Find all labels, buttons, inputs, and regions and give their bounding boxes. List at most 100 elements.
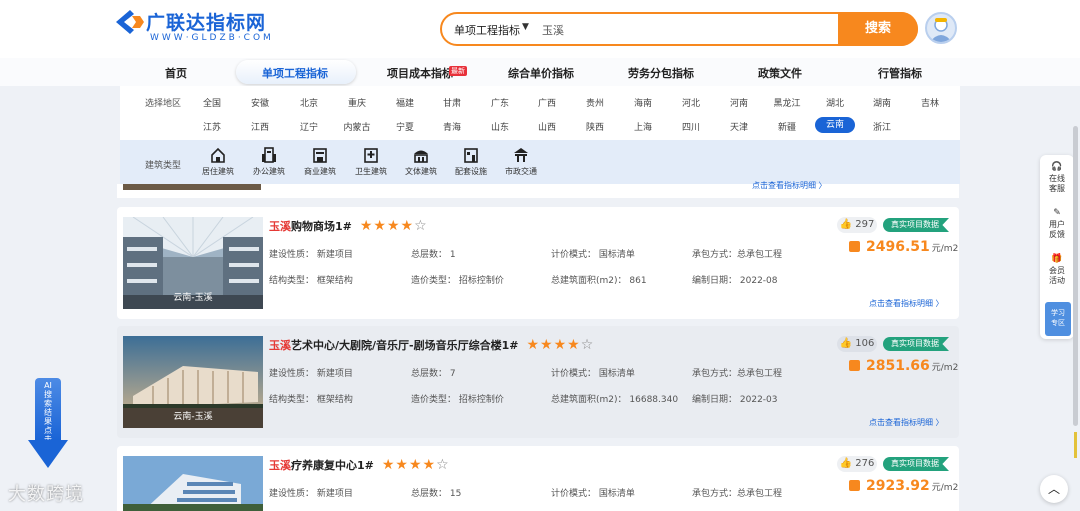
region-option[interactable]: 黑龙江: [767, 96, 807, 109]
project-photo: 云南-玉溪: [123, 336, 263, 428]
project-title[interactable]: 玉溪购物商场1# ★★★★☆: [269, 218, 428, 234]
region-option[interactable]: 湖南: [862, 96, 902, 109]
type-office[interactable]: 办公建筑: [247, 147, 291, 177]
project-title[interactable]: 玉溪疗养康复中心1# ★★★★☆: [269, 457, 450, 473]
region-option[interactable]: 新疆: [767, 120, 807, 133]
field-pricing-mode: 计价模式： 国标清单: [551, 369, 635, 379]
region-option[interactable]: 贵州: [575, 96, 615, 109]
type-residential[interactable]: 居住建筑: [196, 147, 240, 177]
title-text: 疗养康复中心1#: [291, 459, 374, 472]
region-option[interactable]: 安徽: [240, 96, 280, 109]
member-activity-button[interactable]: 🎁 会员活动: [1040, 254, 1074, 286]
nav-labor-subcontract[interactable]: 劳务分包指标: [628, 65, 694, 81]
region-active[interactable]: 云南: [815, 117, 855, 133]
price-icon: [849, 360, 860, 371]
user-icon: [930, 18, 952, 42]
field-date: 编制日期： 2022-03: [692, 395, 778, 405]
site-logo[interactable]: 广联达指标网 WWW·GLDZB·COM: [116, 8, 296, 46]
project-photo: [123, 184, 261, 190]
nav-policy[interactable]: 政策文件: [758, 65, 802, 81]
field-pricing-mode: 计价模式： 国标清单: [551, 489, 635, 499]
region-option[interactable]: 北京: [289, 96, 329, 109]
type-municipal-transport[interactable]: 市政交通: [499, 147, 543, 177]
region-option[interactable]: 浙江: [862, 120, 902, 133]
region-option[interactable]: 河南: [719, 96, 759, 109]
thumbs-up-icon: 👍: [839, 219, 853, 230]
region-option[interactable]: 青海: [432, 120, 472, 133]
title-keyword: 玉溪: [269, 459, 291, 472]
search-category-select[interactable]: 单项工程指标: [454, 22, 520, 38]
headset-icon: 🎧: [1051, 162, 1063, 172]
result-card[interactable]: 玉溪疗养康复中心1# ★★★★☆ 建设性质： 新建项目 总层数： 15 计价模式：…: [117, 446, 959, 511]
search-button[interactable]: 搜索: [838, 12, 918, 46]
project-title[interactable]: 玉溪艺术中心/大剧院/音乐厅-剧场音乐厅综合楼1# ★★★★☆: [269, 337, 594, 353]
online-service-button[interactable]: 🎧 在线客服: [1040, 162, 1074, 194]
field-cost-type: 造价类型： 招标控制价: [411, 276, 504, 286]
region-option[interactable]: 陕西: [575, 120, 615, 133]
region-option[interactable]: 湖北: [815, 96, 855, 109]
result-card[interactable]: 云南-玉溪 玉溪艺术中心/大剧院/音乐厅-剧场音乐厅综合楼1# ★★★★☆ 建设性…: [117, 326, 959, 438]
avatar[interactable]: [925, 12, 957, 44]
like-button[interactable]: 👍 297: [837, 217, 877, 233]
region-option[interactable]: 海南: [623, 96, 663, 109]
scrollbar[interactable]: [1073, 126, 1078, 426]
arrow-down-icon[interactable]: [28, 440, 68, 468]
field-area: 总建筑面积(m2)： 16688.340: [551, 395, 679, 405]
type-facilities[interactable]: 配套设施: [449, 147, 493, 177]
region-option[interactable]: 吉林: [910, 96, 950, 109]
header: 广联达指标网 WWW·GLDZB·COM 单项工程指标 ▼ 玉溪 搜索: [0, 0, 1080, 58]
region-option[interactable]: 广西: [527, 96, 567, 109]
region-option[interactable]: 天津: [719, 120, 759, 133]
region-option[interactable]: 四川: [671, 120, 711, 133]
type-commercial[interactable]: 商业建筑: [298, 147, 342, 177]
partial-result-card: [117, 184, 959, 198]
region-option[interactable]: 福建: [385, 96, 425, 109]
nav-home[interactable]: 首页: [165, 65, 187, 81]
stadium-icon: [414, 150, 428, 163]
chevron-down-icon[interactable]: ▼: [522, 22, 529, 32]
field-pricing-mode: 计价模式： 国标清单: [551, 250, 635, 260]
unit-price: 2496.51 元/m2: [849, 239, 958, 255]
field-contract: 承包方式：总承包工程: [692, 250, 783, 260]
region-option[interactable]: 重庆: [337, 96, 377, 109]
detail-link[interactable]: 点击查看指标明细 〉: [869, 417, 944, 428]
field-structure: 结构类型： 框架结构: [269, 395, 353, 405]
region-option[interactable]: 辽宁: [289, 120, 329, 133]
region-option[interactable]: 上海: [623, 120, 663, 133]
ai-search-button[interactable]: AI搜索结果点击查看: [35, 378, 61, 440]
brand-domain: WWW·GLDZB·COM: [150, 33, 274, 43]
like-button[interactable]: 👍 276: [837, 456, 877, 472]
nav-project-cost[interactable]: 项目成本指标: [387, 65, 453, 81]
field-floors: 总层数： 7: [411, 369, 456, 379]
region-option[interactable]: 内蒙古: [337, 120, 377, 133]
region-option[interactable]: 山东: [480, 120, 520, 133]
field-nature: 建设性质： 新建项目: [269, 250, 353, 260]
region-option[interactable]: 广东: [480, 96, 520, 109]
type-culture-sports[interactable]: 文体建筑: [399, 147, 443, 177]
region-option[interactable]: 全国: [192, 96, 232, 109]
search-input[interactable]: 玉溪: [542, 22, 564, 38]
region-option[interactable]: 江西: [240, 120, 280, 133]
region-option[interactable]: 江苏: [192, 120, 232, 133]
nav-single-project[interactable]: 单项工程指标: [262, 65, 328, 81]
feedback-button[interactable]: ✎ 用户反馈: [1040, 208, 1074, 240]
field-cost-type: 造价类型： 招标控制价: [411, 395, 504, 405]
detail-link[interactable]: 点击查看指标明细 〉: [869, 298, 944, 309]
region-option[interactable]: 山西: [527, 120, 567, 133]
type-health[interactable]: 卫生建筑: [349, 147, 393, 177]
field-contract: 承包方式：总承包工程: [692, 369, 783, 379]
region-option[interactable]: 宁夏: [385, 120, 425, 133]
result-card[interactable]: 云南-玉溪 玉溪购物商场1# ★★★★☆ 建设性质： 新建项目 总层数： 1 计价…: [117, 207, 959, 319]
like-button[interactable]: 👍 106: [837, 336, 877, 352]
detail-link[interactable]: 点击查看指标明细 〉: [752, 180, 827, 191]
rating-stars: ★★★★☆: [359, 218, 428, 234]
nav-industry[interactable]: 行管指标: [878, 65, 922, 81]
nav-unit-price[interactable]: 综合单价指标: [508, 65, 574, 81]
rating-stars: ★★★★☆: [381, 457, 450, 473]
field-floors: 总层数： 15: [411, 489, 462, 499]
back-to-top-button[interactable]: ︿: [1040, 475, 1068, 503]
region-option[interactable]: 甘肃: [432, 96, 472, 109]
field-nature: 建设性质： 新建项目: [269, 369, 353, 379]
region-option[interactable]: 河北: [671, 96, 711, 109]
study-zone-button[interactable]: 学习专区: [1045, 302, 1071, 336]
